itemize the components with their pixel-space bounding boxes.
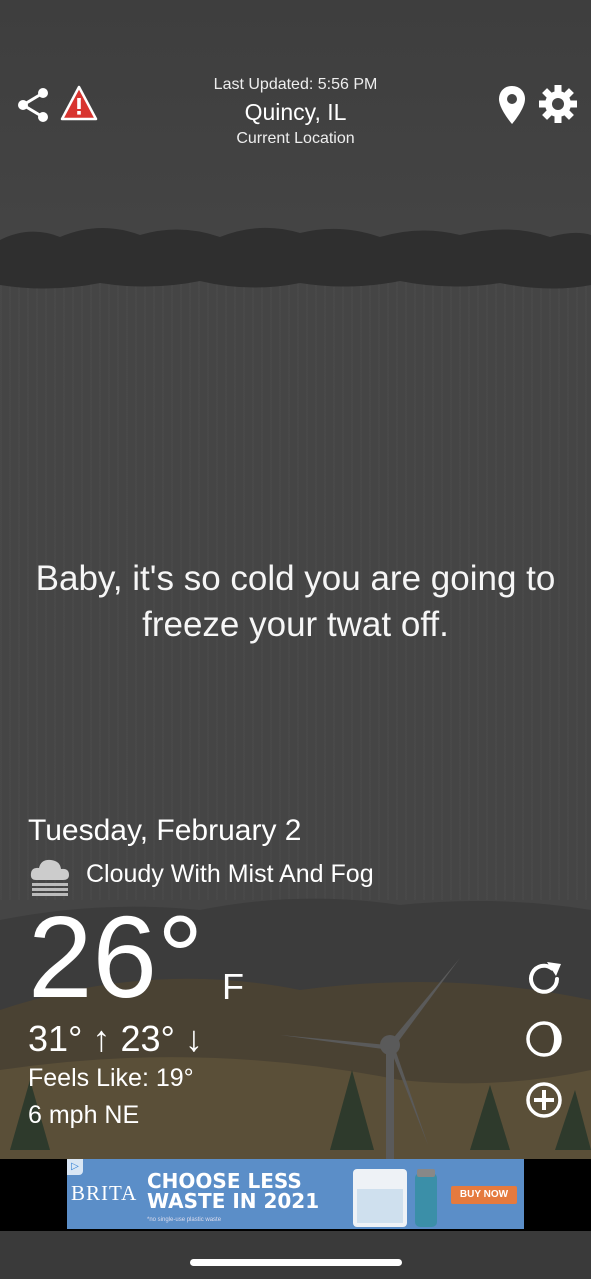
forecast-date: Tuesday, February 2 [28,814,302,847]
ad-product-image [353,1169,437,1227]
ad-brand-logo: BRITA [71,1181,138,1205]
wind-text: 6 mph NE [28,1101,140,1129]
high-low-temps: 31° ↑ 23° ↓ [28,1018,203,1060]
refresh-icon[interactable] [523,958,565,1000]
ad-banner[interactable]: ▷ BRITA CHOOSE LESS WASTE IN 2021 *no si… [67,1159,524,1229]
temperature-unit[interactable]: F [222,966,244,1008]
feels-like-text: Feels Like: 19° [28,1064,194,1092]
gear-icon[interactable] [536,82,580,126]
ad-choices-icon[interactable]: ▷ [67,1159,83,1175]
header: Last Updated: 5:56 PM Quincy, IL Current… [0,0,591,160]
ad-headline-line2: WASTE IN 2021 [147,1189,320,1213]
arrow-up-icon: ↑ [92,1018,111,1059]
low-temp: 23° [120,1018,175,1059]
storm-cloud-band [0,227,591,289]
ad-headline-line1: CHOOSE LESS [147,1169,302,1193]
ad-headline: CHOOSE LESS WASTE IN 2021 [147,1171,319,1211]
add-circle-icon[interactable] [523,1079,565,1121]
current-temperature: 26° [28,892,204,1022]
weather-quote: Baby, it's so cold you are going to free… [35,559,556,644]
high-temp: 31° [28,1018,83,1059]
condition-text: Cloudy With Mist And Fog [86,860,374,888]
bottom-area [0,1231,591,1279]
home-indicator[interactable] [190,1259,402,1266]
ad-fine-print: *no single-use plastic waste [147,1217,222,1223]
location-label: Current Location [236,130,355,147]
moon-phase-icon[interactable] [523,1018,565,1060]
buy-now-button[interactable]: BUY NOW [451,1186,517,1204]
arrow-down-icon: ↓ [184,1018,203,1059]
location-pin-icon[interactable] [494,84,530,126]
cloud-fog-icon [28,856,72,896]
